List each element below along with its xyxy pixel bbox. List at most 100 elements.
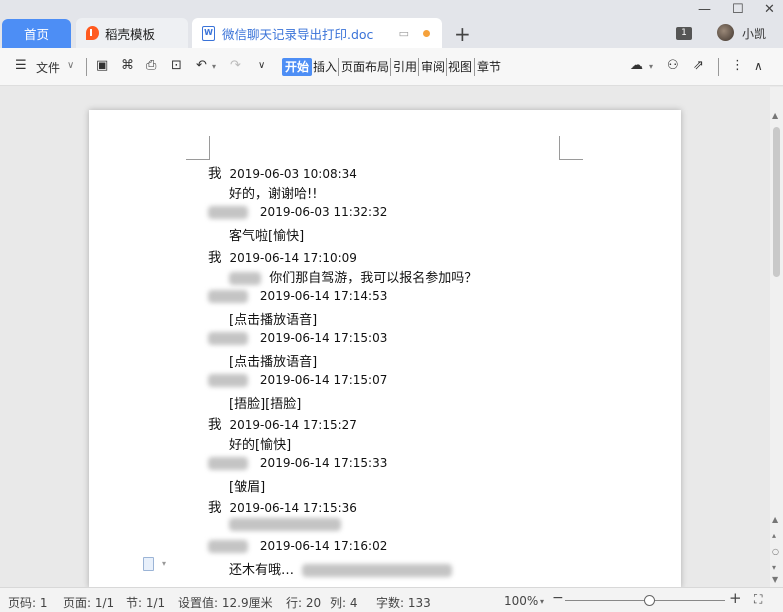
scroll-select-object-icon[interactable]: ○ <box>772 547 779 556</box>
tab-chapter[interactable]: 章节 <box>477 58 501 76</box>
zoom-out-icon[interactable]: − <box>552 590 564 606</box>
collaborate-user-icon[interactable]: ⚇ <box>667 58 679 73</box>
scroll-next-page-icon[interactable]: ▾ <box>772 563 776 572</box>
zoom-slider-knob[interactable] <box>644 595 655 606</box>
redo-icon[interactable]: ↷ <box>230 58 241 73</box>
chat-header-line: 我 2019-06-14 17:15:27 <box>208 413 357 433</box>
redacted-sender-name <box>208 290 248 303</box>
tab-home-ribbon[interactable]: 开始 <box>282 58 313 76</box>
more-chevron-icon[interactable]: ∨ <box>258 60 265 71</box>
avatar[interactable] <box>717 24 734 41</box>
window-count-badge[interactable]: 1 <box>676 27 692 40</box>
redacted-sender-name <box>208 206 248 219</box>
timestamp: 2019-06-14 17:15:27 <box>229 418 357 432</box>
tab-document-label: 微信聊天记录导出打印.doc <box>222 26 374 42</box>
chat-header-line: 2019-06-14 17:15:33 <box>208 455 387 470</box>
undo-dropdown-icon[interactable]: ▾ <box>212 62 216 71</box>
new-tab-plus-icon[interactable]: + <box>454 22 471 46</box>
scroll-prev-page-icon[interactable]: ▴ <box>772 531 776 540</box>
chat-header-line: 2019-06-14 17:16:02 <box>208 538 387 553</box>
timestamp: 2019-06-14 17:16:02 <box>259 539 388 553</box>
file-menu-label[interactable]: 文件 <box>36 59 60 76</box>
status-word-count[interactable]: 字数: 133 <box>376 594 431 611</box>
redacted-sender-name <box>208 374 248 387</box>
chat-header-line: 我 2019-06-14 17:15:36 <box>208 496 357 516</box>
fullscreen-icon[interactable]: ⛶ <box>754 592 762 607</box>
collapse-ribbon-icon[interactable]: ∧ <box>754 59 763 73</box>
scroll-down-icon[interactable]: ▼ <box>772 575 778 584</box>
chat-message: 好的[愉快] <box>229 438 292 453</box>
chat-message-line: 还木有哦… <box>229 559 453 578</box>
format-painter-icon[interactable]: ⌘ <box>121 58 134 73</box>
note-dropdown-icon[interactable]: ▾ <box>162 559 166 568</box>
print-preview-icon[interactable]: ⊡ <box>171 58 182 73</box>
screen-icon[interactable]: ▭ <box>399 27 409 40</box>
print-icon[interactable]: ⎙ <box>146 58 156 73</box>
chat-header-line: 2019-06-14 17:15:07 <box>208 372 387 387</box>
cloud-dropdown-icon[interactable]: ▾ <box>649 62 653 71</box>
scroll-page-up-icon[interactable]: ▲ <box>772 515 778 524</box>
share-icon[interactable]: ⇗ <box>693 58 704 73</box>
chevron-down-icon[interactable]: ∨ <box>67 60 74 71</box>
document-note-icon[interactable] <box>143 557 154 571</box>
redacted-message <box>302 564 453 577</box>
status-pages[interactable]: 页面: 1/1 <box>63 594 114 611</box>
tab-document[interactable]: W 微信聊天记录导出打印.doc ▭ <box>192 18 442 48</box>
scroll-up-icon[interactable]: ▲ <box>772 111 778 120</box>
tab-home[interactable]: 首页 <box>2 19 71 48</box>
tab-insert[interactable]: 插入 <box>313 58 337 76</box>
cloud-sync-icon[interactable]: ☁ <box>630 58 643 73</box>
daoke-logo-icon <box>86 26 99 40</box>
document-workspace: 我 2019-06-03 10:08:34 好的，谢谢哈!! 2019-06-0… <box>0 87 770 588</box>
margin-marker-top-right <box>559 136 583 160</box>
chat-header-line: 我 2019-06-14 17:10:09 <box>208 246 357 266</box>
timestamp: 2019-06-03 10:08:34 <box>229 167 357 181</box>
sender-me: 我 <box>208 166 222 182</box>
status-page-number[interactable]: 页码: 1 <box>8 594 48 611</box>
tab-daoke-templates[interactable]: 稻壳模板 <box>76 18 188 48</box>
minimize-icon[interactable]: — <box>698 2 711 17</box>
vertical-scrollbar[interactable]: ▲ ▲ ▴ ○ ▾ ▼ <box>770 87 783 587</box>
maximize-icon[interactable]: ☐ <box>732 2 744 17</box>
chat-message: [皱眉] <box>229 480 266 495</box>
scrollbar-thumb[interactable] <box>773 127 780 277</box>
tab-page-layout[interactable]: 页面布局 <box>341 58 389 76</box>
timestamp: 2019-06-14 17:10:09 <box>229 251 357 265</box>
tab-home-label: 首页 <box>23 27 49 42</box>
chat-message-line: 你们那自驾游，我可以报名参加吗？ <box>229 267 477 286</box>
zoom-in-icon[interactable]: + <box>729 589 742 607</box>
timestamp: 2019-06-03 11:32:32 <box>259 205 388 219</box>
sender-me: 我 <box>208 500 222 516</box>
status-column[interactable]: 列: 4 <box>330 594 358 611</box>
status-section[interactable]: 节: 1/1 <box>126 594 165 611</box>
chat-header-line: 我 2019-06-03 10:08:34 <box>208 162 357 182</box>
document-page[interactable]: 我 2019-06-03 10:08:34 好的，谢谢哈!! 2019-06-0… <box>89 110 681 588</box>
chat-header-line: 2019-06-03 11:32:32 <box>208 204 387 219</box>
tab-review[interactable]: 审阅 <box>421 58 445 76</box>
redacted-sender-name <box>208 332 248 345</box>
tab-references[interactable]: 引用 <box>393 58 417 76</box>
chat-message: 还木有哦… <box>229 563 295 578</box>
ribbon-toolbar: ☰ 文件 ∨ ▣ ⌘ ⎙ ⊡ ↶ ▾ ↷ ∨ 开始 插入 页面布局 引用 审阅 … <box>0 48 783 86</box>
zoom-level[interactable]: 100% <box>504 594 538 608</box>
sender-me: 我 <box>208 417 222 433</box>
margin-marker-top-left <box>186 136 210 160</box>
tab-view[interactable]: 视图 <box>448 58 472 76</box>
save-icon[interactable]: ▣ <box>96 58 108 73</box>
menu-hamburger-icon[interactable]: ☰ <box>15 58 27 73</box>
status-setting-value[interactable]: 设置值: 12.9厘米 <box>178 594 273 611</box>
chat-header-line: 2019-06-14 17:15:03 <box>208 330 387 345</box>
chat-message: 好的，谢谢哈!! <box>229 187 318 202</box>
undo-icon[interactable]: ↶ <box>196 58 207 73</box>
zoom-dropdown-icon[interactable]: ▾ <box>540 597 544 606</box>
unsaved-dot-icon <box>423 29 430 37</box>
more-options-icon[interactable]: ⋮ <box>731 58 744 73</box>
redacted-sender-name <box>208 457 248 470</box>
chat-message-line <box>229 517 341 532</box>
chat-message: [捂脸][捂脸] <box>229 397 302 412</box>
user-name[interactable]: 小凯 <box>742 25 766 42</box>
timestamp: 2019-06-14 17:15:03 <box>259 331 388 345</box>
close-icon[interactable]: ✕ <box>764 2 775 17</box>
status-row[interactable]: 行: 20 <box>286 594 321 611</box>
timestamp: 2019-06-14 17:14:53 <box>259 289 388 303</box>
